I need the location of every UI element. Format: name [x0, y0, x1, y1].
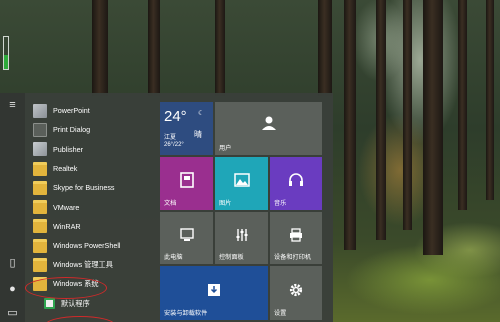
user-tile[interactable]: 用户: [215, 102, 322, 155]
picture-icon: [233, 173, 250, 188]
app-item-powerpoint[interactable]: PowerPoint: [28, 101, 156, 120]
default-programs-icon: [44, 298, 55, 310]
pictures-rail-icon[interactable]: ▭: [6, 307, 19, 320]
folder-icon: [33, 219, 47, 234]
weather-range: 26°/22°: [164, 142, 184, 148]
computer-icon: [179, 228, 194, 241]
pictures-tile[interactable]: 图片: [215, 157, 268, 210]
documents-tile[interactable]: 文档: [160, 157, 213, 210]
tree-trunk: [215, 0, 225, 96]
weather-temperature: 24°: [164, 108, 187, 125]
start-left-rail: ≡ ▯ ● ▭: [0, 93, 25, 322]
app-item-winrar[interactable]: WinRAR: [28, 217, 156, 236]
powerpoint-icon: [33, 103, 47, 118]
weather-condition: 晴: [194, 130, 202, 139]
app-label: Skype for Business: [53, 183, 115, 193]
app-label: VMware: [53, 202, 80, 212]
tile-label: 安装与卸载软件: [164, 310, 208, 317]
tile-label: 图片: [219, 200, 232, 207]
devices-printers-tile[interactable]: 设备和打印机: [270, 212, 322, 264]
app-label: PowerPoint: [53, 106, 90, 116]
control-panel-tile[interactable]: 控制面板: [215, 212, 268, 264]
app-item-skype[interactable]: Skype for Business: [28, 178, 156, 197]
folder-icon: [33, 258, 47, 273]
weather-city: 江夏: [164, 135, 177, 141]
tree-trunk: [318, 0, 332, 96]
tree-trunk: [423, 0, 443, 255]
app-item-powershell[interactable]: Windows PowerShell: [28, 236, 156, 255]
volume-gadget[interactable]: [3, 36, 9, 70]
app-label: 默认程序: [61, 298, 90, 308]
tree-trunk: [148, 0, 160, 96]
folder-icon: [33, 200, 47, 215]
app-label: Realtek: [53, 164, 78, 174]
app-item-realtek[interactable]: Realtek: [28, 159, 156, 178]
app-label: WinRAR: [53, 221, 81, 231]
tile-label: 控制面板: [219, 254, 244, 261]
app-item-vmware[interactable]: VMware: [28, 197, 156, 216]
user-avatar-icon[interactable]: ●: [6, 283, 19, 296]
annotation-ring: [25, 277, 107, 299]
hamburger-menu-icon[interactable]: ≡: [6, 99, 19, 112]
tile-label: 设备和打印机: [274, 254, 312, 261]
annotation-ring: [45, 316, 115, 322]
tree-trunk: [458, 0, 467, 210]
settings-tile[interactable]: 设置: [270, 266, 322, 320]
headphones-icon: [289, 173, 303, 187]
tree-trunk: [92, 0, 108, 96]
print-dialog-icon: [33, 122, 47, 137]
documents-rail-icon[interactable]: ▯: [6, 257, 19, 270]
app-label: Print Dialog: [53, 125, 91, 135]
printer-icon: [290, 228, 302, 242]
document-icon: [179, 172, 194, 189]
gear-icon: [289, 283, 303, 296]
tree-trunk: [376, 0, 386, 240]
app-label: Windows PowerShell: [53, 241, 121, 251]
app-item-admin-tools[interactable]: Windows 管理工具: [28, 255, 156, 274]
tile-label: 音乐: [274, 200, 287, 207]
app-label: Windows 管理工具: [53, 260, 113, 270]
folder-icon: [33, 180, 47, 195]
folder-icon: [33, 161, 47, 176]
music-tile[interactable]: 音乐: [270, 157, 322, 210]
install-uninstall-tile[interactable]: 安装与卸载软件: [160, 266, 268, 320]
app-item-print-dialog[interactable]: Print Dialog: [28, 120, 156, 139]
this-pc-tile[interactable]: 此电脑: [160, 212, 213, 264]
publisher-icon: [33, 142, 47, 157]
tile-label: 设置: [274, 310, 287, 317]
app-label: Publisher: [53, 144, 83, 154]
tree-trunk: [486, 0, 494, 200]
tile-label: 用户: [219, 145, 232, 152]
sliders-icon: [236, 228, 247, 241]
app-item-publisher[interactable]: Publisher: [28, 140, 156, 159]
folder-icon: [33, 238, 47, 253]
tile-label: 文档: [164, 200, 177, 207]
start-menu: ≡ ▯ ● ▭ PowerPoint Print Dialog Publishe…: [0, 93, 333, 322]
install-icon: [208, 283, 220, 296]
tile-label: 此电脑: [164, 254, 183, 261]
tree-trunk: [403, 0, 412, 230]
moon-icon: ☾: [198, 110, 205, 117]
weather-tile[interactable]: 24° ☾ 江夏 晴 26°/22°: [160, 102, 213, 155]
user-icon: [261, 116, 276, 131]
volume-level: [4, 54, 8, 69]
tree-trunk: [344, 0, 356, 250]
